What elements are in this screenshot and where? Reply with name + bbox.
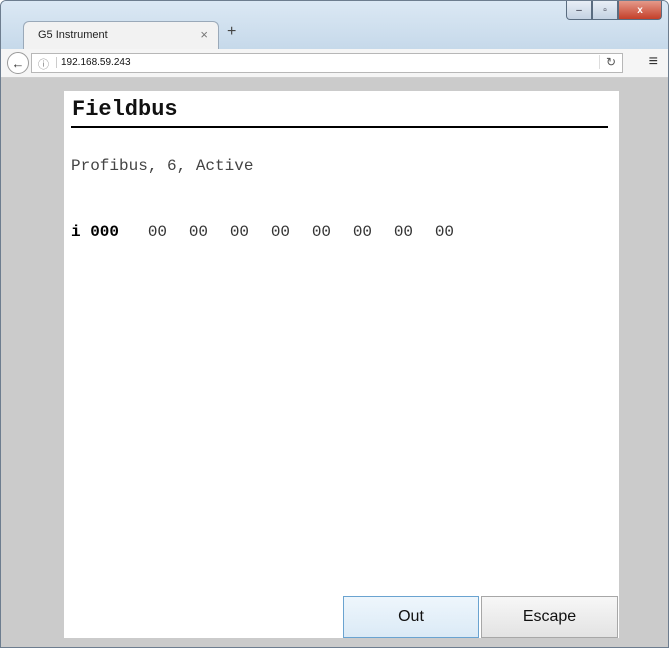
back-arrow-icon[interactable]: ← [7, 52, 29, 74]
page-viewport: Fieldbus Profibus, 6, Active i 000 00 00 0… [1, 78, 668, 647]
info-icon[interactable]: ⓘ [38, 56, 49, 72]
data-byte: 00 [147, 223, 168, 241]
data-byte: 00 [311, 223, 332, 241]
address-bar[interactable]: ⓘ 192.168.59.243 ↻ [31, 53, 623, 73]
url-text[interactable]: 192.168.59.243 [56, 57, 131, 68]
data-byte: 00 [229, 223, 250, 241]
tab-close-icon[interactable]: × [200, 27, 208, 42]
hamburger-menu-icon[interactable]: ≡ [649, 53, 658, 71]
data-byte: 00 [434, 223, 455, 241]
window-controls: – ▫ x [566, 1, 662, 20]
instrument-panel: Fieldbus Profibus, 6, Active i 000 00 00 0… [64, 91, 619, 638]
data-byte: 00 [188, 223, 209, 241]
maximize-icon[interactable]: ▫ [592, 1, 618, 20]
fieldbus-status: Profibus, 6, Active [71, 157, 254, 175]
page-title: Fieldbus [72, 97, 178, 122]
reload-icon[interactable]: ↻ [598, 55, 616, 69]
tab-title: G5 Instrument [38, 29, 108, 41]
browser-window: G5 Instrument × + – ▫ x ← ⓘ 192.168.59.2… [0, 0, 669, 648]
data-row: i 000 00 00 00 00 00 00 00 00 [71, 223, 476, 241]
navigation-toolbar: ← ⓘ 192.168.59.243 ↻ ≡ [1, 49, 668, 78]
escape-button[interactable]: Escape [481, 596, 618, 638]
data-byte: 00 [393, 223, 414, 241]
title-bar: G5 Instrument × + – ▫ x [1, 1, 668, 49]
browser-tab[interactable]: G5 Instrument × [23, 21, 219, 49]
minimize-icon[interactable]: – [566, 1, 592, 20]
new-tab-icon[interactable]: + [227, 23, 236, 41]
title-divider [71, 126, 608, 128]
close-window-icon[interactable]: x [618, 1, 662, 20]
out-button[interactable]: Out [343, 596, 479, 638]
data-row-label: i 000 [71, 223, 120, 241]
data-byte: 00 [270, 223, 291, 241]
data-byte: 00 [352, 223, 373, 241]
